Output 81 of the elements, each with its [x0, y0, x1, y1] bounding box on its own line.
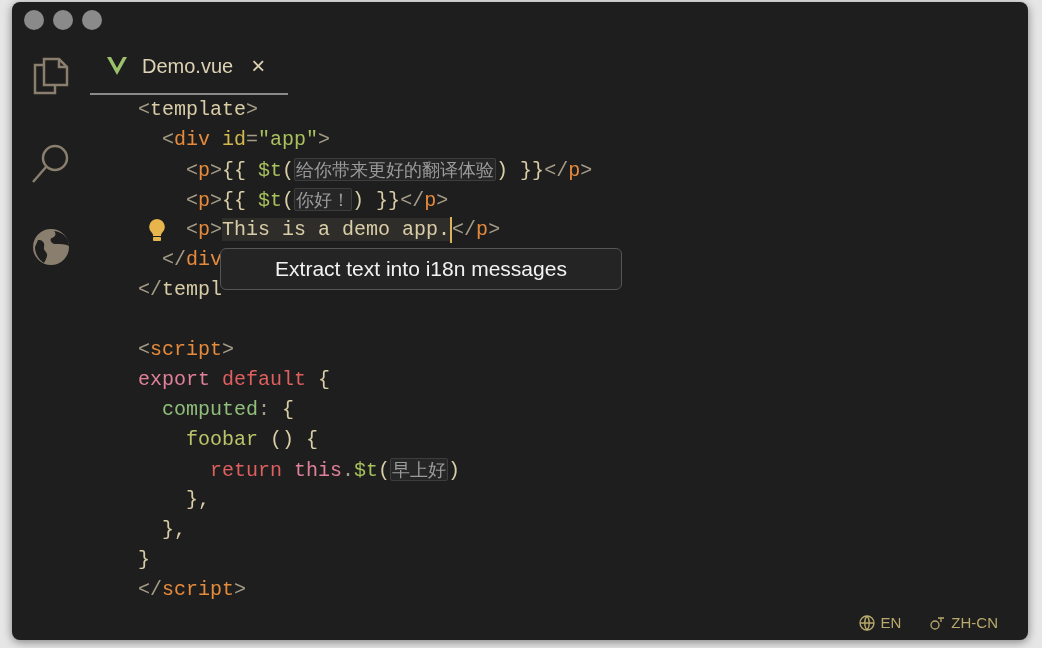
code-token: div	[186, 248, 223, 271]
globe-icon[interactable]	[32, 228, 70, 266]
code-token: p	[198, 218, 211, 241]
close-icon[interactable]: ×	[251, 53, 266, 78]
code-token: $t	[258, 159, 283, 182]
code-token: {	[318, 368, 331, 391]
translation-hint: 给你带来更好的翻译体验	[294, 158, 497, 181]
code-token: template	[150, 98, 247, 121]
code-token: (	[282, 159, 295, 182]
code-token: p	[198, 189, 211, 212]
code-token: script	[162, 578, 235, 601]
code-token: </	[138, 278, 162, 301]
code-token: >	[246, 98, 259, 121]
code-token: {	[282, 398, 295, 421]
code-token: export	[138, 368, 210, 391]
code-token: >	[580, 159, 593, 182]
code-token: >	[318, 128, 331, 151]
code-token: <	[138, 98, 150, 121]
code-token: div	[174, 128, 211, 151]
quick-fix-action[interactable]: Extract text into i18n messages	[220, 248, 622, 290]
minimize-window-button[interactable]	[53, 10, 73, 30]
code-token: </	[138, 578, 162, 601]
code-token: )	[352, 189, 365, 212]
code-token: </	[400, 189, 425, 212]
editor-tab[interactable]: Demo.vue ×	[90, 38, 288, 95]
code-token: {{	[222, 189, 247, 212]
code-token: </	[544, 159, 569, 182]
code-token: p	[476, 218, 489, 241]
code-token: },	[186, 488, 210, 511]
code-token: </	[452, 218, 477, 241]
code-token: script	[150, 338, 223, 361]
code-token: >	[488, 218, 501, 241]
code-token: return	[210, 459, 282, 482]
search-icon[interactable]	[31, 142, 71, 184]
translation-hint: 你好！	[294, 188, 353, 211]
code-token: }}	[376, 189, 401, 212]
code-token: "app"	[258, 128, 319, 151]
code-token: this	[294, 459, 343, 482]
code-token: >	[436, 189, 449, 212]
code-token: <	[186, 218, 198, 241]
code-token: <	[162, 128, 174, 151]
code-token: }	[138, 548, 150, 571]
code-token: .	[342, 459, 355, 482]
status-bar-item[interactable]: ZH-CN	[929, 611, 998, 634]
vue-logo-icon	[106, 55, 128, 76]
code-token: (	[282, 189, 295, 212]
code-token: This is a demo app.	[222, 218, 451, 241]
code-token: p	[568, 159, 581, 182]
code-token: <	[138, 338, 150, 361]
globe-icon	[858, 614, 875, 631]
close-window-button[interactable]	[24, 10, 44, 30]
code-token: () {	[270, 428, 319, 451]
code-token: $t	[354, 459, 379, 482]
code-token: (	[378, 459, 391, 482]
code-token: :	[258, 398, 271, 421]
code-token: default	[222, 368, 307, 391]
code-token: )	[496, 159, 509, 182]
code-token: computed	[162, 398, 258, 421]
code-token: id	[222, 128, 247, 151]
code-token: >	[210, 189, 223, 212]
code-token: <	[186, 159, 198, 182]
code-token: >	[210, 218, 223, 241]
code-token: >	[210, 159, 223, 182]
code-token: =	[246, 128, 259, 151]
code-token: foobar	[186, 428, 258, 451]
code-token: >	[222, 338, 235, 361]
code-token: p	[198, 159, 211, 182]
code-token: $t	[258, 189, 283, 212]
code-token: p	[424, 189, 437, 212]
code-token: <	[186, 189, 198, 212]
zoom-window-button[interactable]	[82, 10, 102, 30]
lightbulb-icon[interactable]	[148, 218, 166, 242]
code-token: </	[162, 248, 186, 271]
code-token: }}	[520, 159, 545, 182]
code-token: templ	[162, 278, 223, 301]
translation-hint: 早上好	[390, 458, 449, 481]
code-token: {{	[222, 159, 247, 182]
status-bar-item[interactable]: EN	[858, 611, 902, 634]
code-token: >	[234, 578, 247, 601]
code-token: )	[448, 459, 461, 482]
code-token: },	[162, 518, 186, 541]
